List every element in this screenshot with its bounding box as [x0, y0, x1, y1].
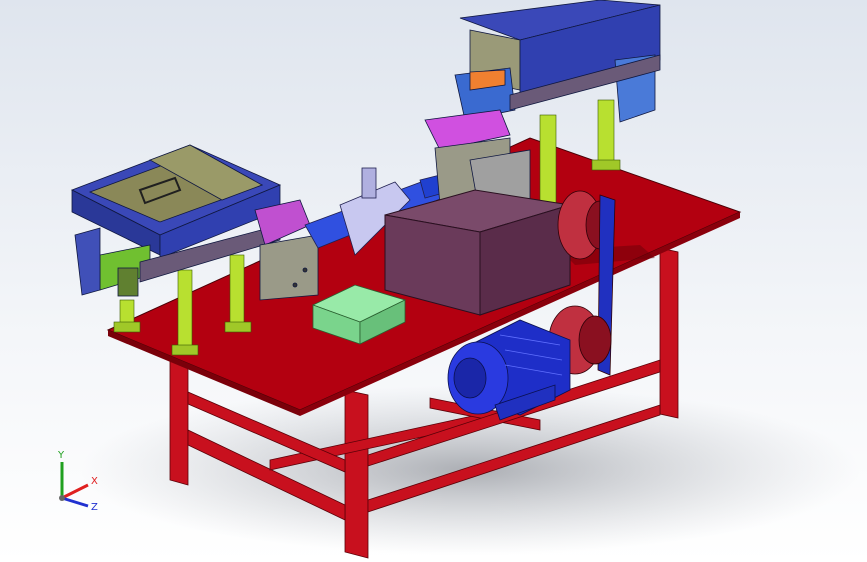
- cad-viewport[interactable]: Y X Z: [0, 0, 867, 562]
- triad-z-axis: [61, 496, 89, 508]
- machine-model: Y X Z: [57, 0, 860, 559]
- triad-z-label: Z: [91, 502, 98, 513]
- triad-y-label: Y: [57, 450, 65, 461]
- left-feeder: [71, 144, 319, 301]
- triad-x-label: X: [91, 476, 98, 487]
- triad-x-axis: [61, 483, 89, 500]
